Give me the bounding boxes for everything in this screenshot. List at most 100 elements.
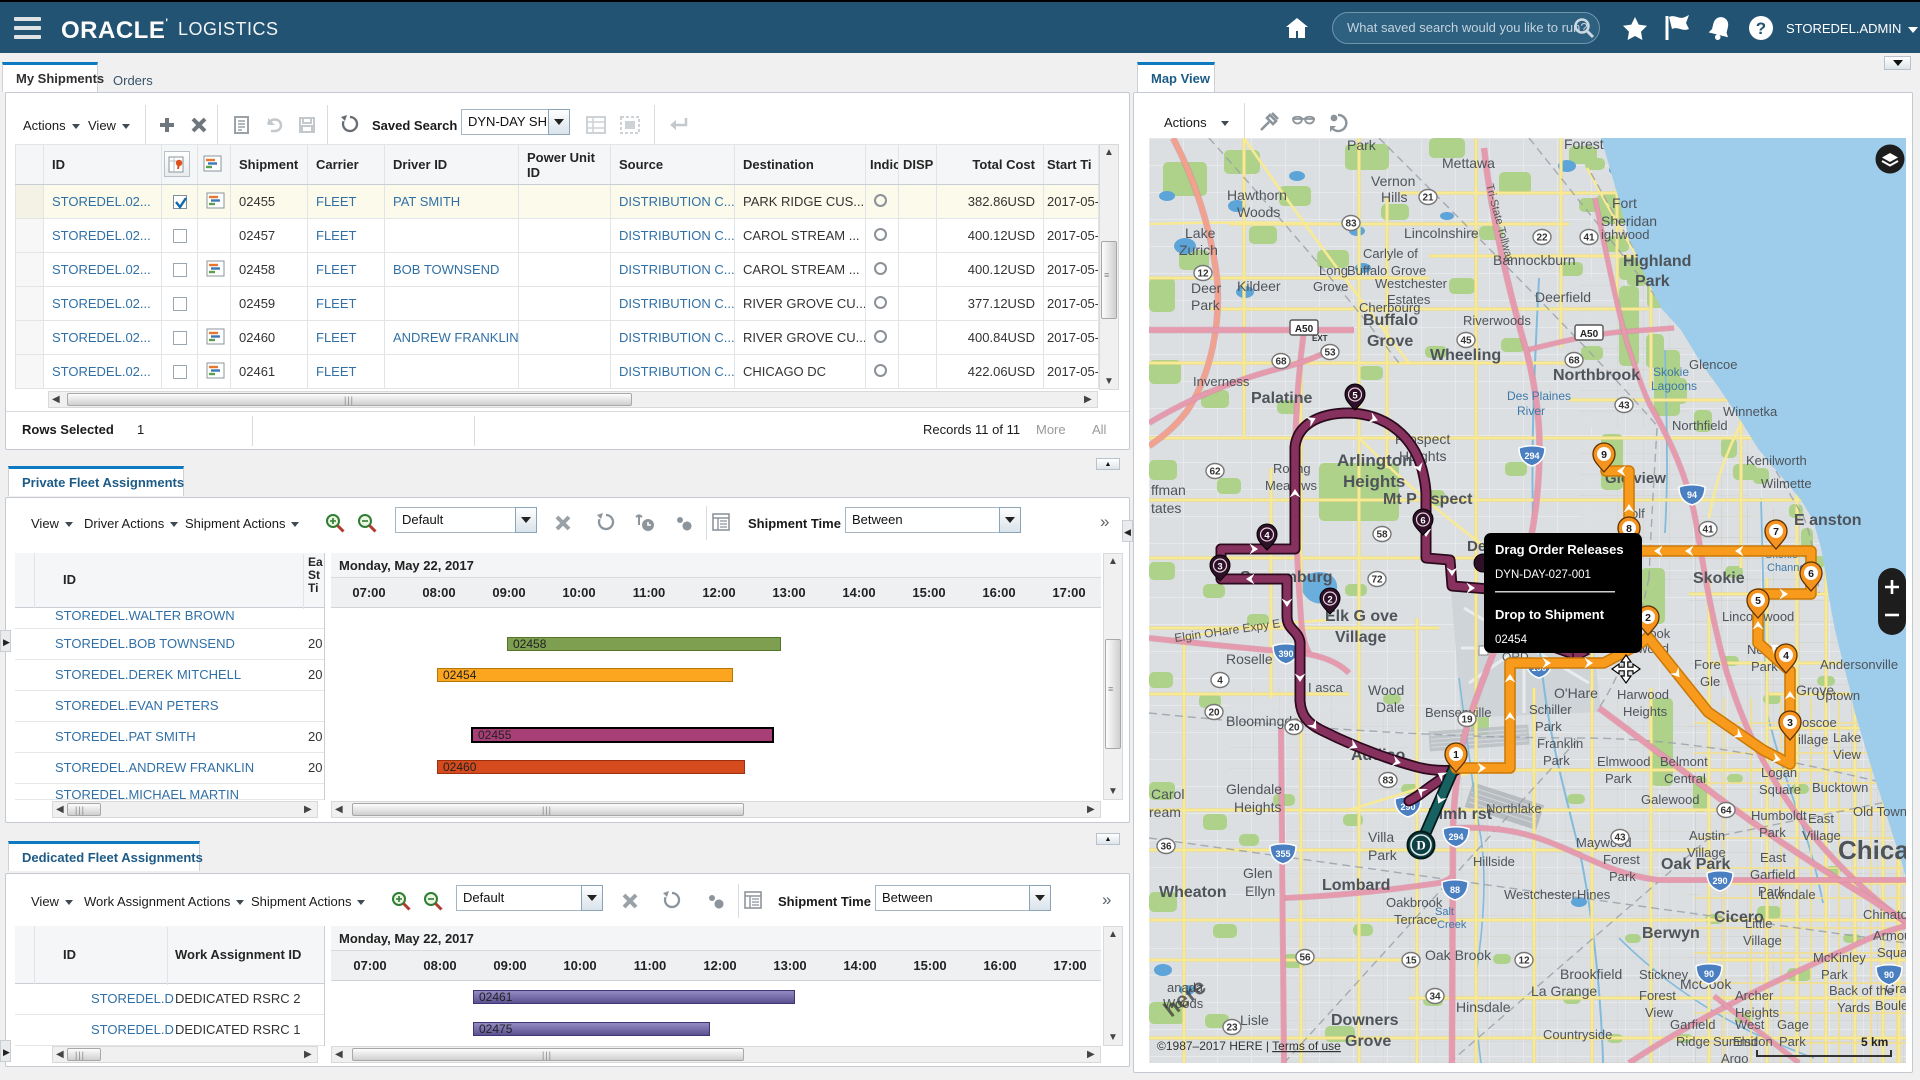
- svg-text:Wood: Wood: [1368, 682, 1404, 698]
- svg-text:Chicago: Chicago: [1838, 835, 1906, 865]
- svg-text:43: 43: [1618, 401, 1630, 412]
- svg-text:Skokie: Skokie: [1653, 365, 1689, 379]
- svg-text:Glendale: Glendale: [1226, 781, 1282, 797]
- svg-text:Park: Park: [1368, 847, 1398, 863]
- svg-text:12: 12: [1518, 956, 1530, 967]
- svg-text:ighwood: ighwood: [1601, 227, 1649, 242]
- svg-text:1: 1: [1453, 749, 1459, 761]
- svg-text:East: East: [1808, 811, 1834, 826]
- svg-text:Arlington: Arlington: [1337, 451, 1413, 470]
- svg-text:Drag Order Releases: Drag Order Releases: [1495, 542, 1624, 557]
- svg-text:Yards: Yards: [1837, 1000, 1870, 1015]
- svg-text:56: 56: [1299, 953, 1311, 964]
- svg-text:Square: Square: [1759, 782, 1801, 797]
- svg-text:355: 355: [1275, 849, 1290, 859]
- svg-text:Dale: Dale: [1376, 699, 1405, 715]
- svg-text:20: 20: [1288, 723, 1300, 734]
- svg-text:3: 3: [1787, 717, 1793, 729]
- svg-text:Terrace: Terrace: [1394, 912, 1437, 927]
- svg-text:20: 20: [1208, 708, 1220, 719]
- svg-text:Square: Square: [1877, 945, 1906, 960]
- svg-text:294: 294: [1448, 832, 1463, 842]
- svg-text:5 km: 5 km: [1861, 1035, 1888, 1049]
- svg-text:Lincolnshire: Lincolnshire: [1404, 225, 1479, 241]
- svg-text:Heights: Heights: [1623, 704, 1668, 719]
- svg-text:Archer: Archer: [1735, 988, 1774, 1003]
- svg-text:©1987–2017 HERE | Terms of use: ©1987–2017 HERE | Terms of use: [1157, 1039, 1341, 1053]
- svg-text:Lagoons: Lagoons: [1651, 379, 1697, 393]
- svg-text:A50: A50: [1295, 324, 1314, 335]
- svg-text:68: 68: [1275, 357, 1287, 368]
- svg-text:41: 41: [1702, 525, 1714, 536]
- svg-text:Park: Park: [1759, 825, 1786, 840]
- svg-text:Village: Village: [1743, 933, 1782, 948]
- svg-text:Downers: Downers: [1331, 1012, 1399, 1029]
- svg-text:43: 43: [1614, 833, 1626, 844]
- svg-text:Deerfield: Deerfield: [1535, 289, 1591, 305]
- svg-text:oscoe: oscoe: [1802, 715, 1837, 730]
- svg-text:Old Town: Old Town: [1853, 804, 1906, 819]
- svg-text:Palatine: Palatine: [1251, 390, 1312, 407]
- svg-text:83: 83: [1345, 219, 1357, 230]
- svg-text:De: De: [1467, 538, 1486, 555]
- svg-text:Galewood: Galewood: [1641, 792, 1700, 807]
- svg-text:83: 83: [1382, 776, 1394, 787]
- svg-text:7: 7: [1773, 526, 1779, 538]
- svg-text:Park: Park: [1758, 884, 1785, 899]
- svg-text:41: 41: [1583, 233, 1595, 244]
- svg-text:Hines: Hines: [1577, 887, 1611, 902]
- svg-text:Wheeling: Wheeling: [1430, 347, 1501, 364]
- svg-text:Brookfield: Brookfield: [1560, 966, 1622, 982]
- svg-text:Park: Park: [1609, 869, 1636, 884]
- svg-text:4: 4: [1217, 676, 1223, 687]
- svg-text:21: 21: [1422, 193, 1434, 204]
- svg-text:Roselle: Roselle: [1226, 651, 1273, 667]
- svg-text:Oak Brook: Oak Brook: [1425, 947, 1492, 963]
- svg-text:Andersonville: Andersonville: [1820, 657, 1898, 672]
- svg-text:3: 3: [1217, 562, 1222, 573]
- svg-text:Grove: Grove: [1796, 682, 1834, 698]
- svg-text:90: 90: [1704, 969, 1714, 979]
- svg-text:Ellyn: Ellyn: [1245, 883, 1275, 899]
- svg-text:Heights: Heights: [1735, 1005, 1780, 1020]
- svg-text:Grove: Grove: [1345, 1033, 1391, 1050]
- svg-text:Wilmette: Wilmette: [1761, 476, 1812, 491]
- svg-text:Drop to Shipment: Drop to Shipment: [1495, 607, 1605, 622]
- svg-text:Ridge: Ridge: [1676, 1034, 1710, 1049]
- svg-text:Park: Park: [1347, 138, 1377, 153]
- svg-text:22: 22: [1536, 233, 1548, 244]
- svg-text:Hills: Hills: [1381, 189, 1407, 205]
- svg-text:02454: 02454: [1495, 634, 1528, 646]
- svg-text:36: 36: [1160, 842, 1172, 853]
- svg-text:72: 72: [1371, 575, 1383, 586]
- svg-text:Elk G ove: Elk G ove: [1325, 608, 1398, 625]
- svg-text:62: 62: [1209, 467, 1221, 478]
- svg-text:Park: Park: [1543, 753, 1570, 768]
- svg-text:Park: Park: [1779, 1034, 1806, 1049]
- svg-text:Argo: Argo: [1721, 1051, 1748, 1063]
- svg-text:Grove: Grove: [1313, 279, 1348, 294]
- svg-text:Park: Park: [1191, 297, 1221, 313]
- svg-text:Fort: Fort: [1612, 195, 1637, 211]
- svg-text:88: 88: [1450, 885, 1460, 895]
- svg-text:Deer: Deer: [1191, 280, 1222, 296]
- svg-text:DYN-DAY-027-001: DYN-DAY-027-001: [1495, 569, 1591, 581]
- svg-text:Kenilworth: Kenilworth: [1746, 453, 1807, 468]
- svg-text:Park: Park: [1821, 967, 1848, 982]
- svg-text:Village: Village: [1802, 828, 1841, 843]
- svg-text:Elsdon: Elsdon: [1733, 1034, 1773, 1049]
- svg-text:19: 19: [1461, 715, 1473, 726]
- svg-text:Westchester: Westchester: [1504, 887, 1577, 902]
- svg-text:90: 90: [1884, 970, 1894, 980]
- svg-text:Village: Village: [1335, 629, 1386, 646]
- svg-text:Des Plaines: Des Plaines: [1507, 389, 1571, 403]
- svg-text:23: 23: [1226, 1023, 1238, 1034]
- svg-text:Garfield: Garfield: [1670, 1017, 1716, 1032]
- svg-text:12: 12: [1197, 269, 1209, 280]
- svg-text:Skokie: Skokie: [1693, 570, 1745, 587]
- svg-text:Fore: Fore: [1694, 657, 1721, 672]
- svg-text:D: D: [1416, 838, 1425, 853]
- svg-text:Stickney: Stickney: [1639, 967, 1689, 982]
- svg-text:Woods: Woods: [1237, 204, 1280, 220]
- svg-text:2: 2: [1645, 612, 1651, 624]
